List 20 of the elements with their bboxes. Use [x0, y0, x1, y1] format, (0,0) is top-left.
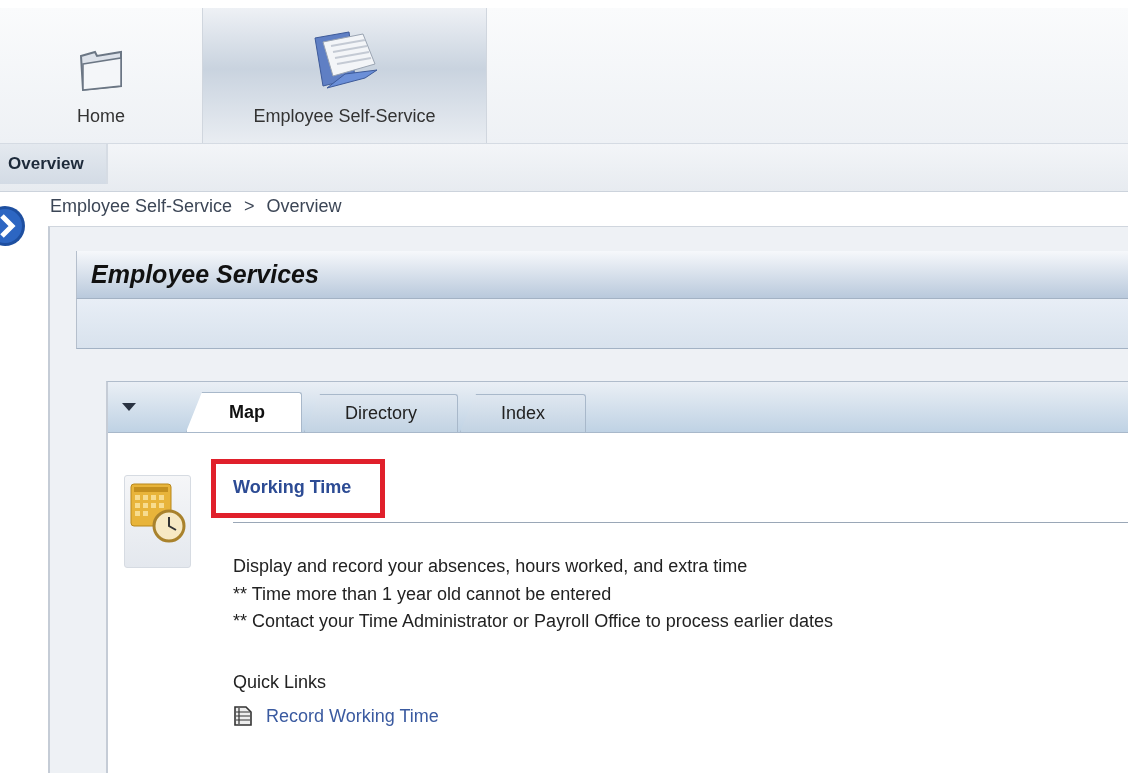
sub-tab[interactable]: Overview [0, 144, 108, 184]
content-tab[interactable]: Directory [304, 394, 458, 432]
service-icon-tile[interactable] [124, 475, 191, 568]
collapse-triangle-icon[interactable] [122, 403, 136, 411]
content-tab[interactable]: Index [460, 394, 587, 432]
breadcrumb-separator: > [244, 196, 255, 218]
description-text: ** Time more than 1 year old cannot be entered [233, 582, 613, 606]
quick-link[interactable]: Record Working Time [266, 705, 439, 727]
quick-links-label: Quick Links [233, 671, 328, 693]
nav-tab[interactable]: Home [0, 8, 203, 143]
description-text: ** Contact your Time Administrator or Payroll Office to process earlier dates [233, 610, 834, 633]
panel-title: Employee Services [91, 260, 319, 289]
document-icon [234, 706, 252, 726]
breadcrumb-link[interactable]: Employee Self-Service [50, 196, 233, 226]
description-text: Display and record your absences, hours worked, and extra time [233, 555, 749, 578]
calendar-clock-icon [128, 482, 187, 544]
nav-tab[interactable]: Employee Self-Service [203, 8, 487, 143]
service-title-link[interactable]: Working Time [233, 477, 352, 497]
breadcrumb-link[interactable]: Overview [266, 196, 342, 226]
content-tab[interactable]: Map [186, 392, 302, 432]
